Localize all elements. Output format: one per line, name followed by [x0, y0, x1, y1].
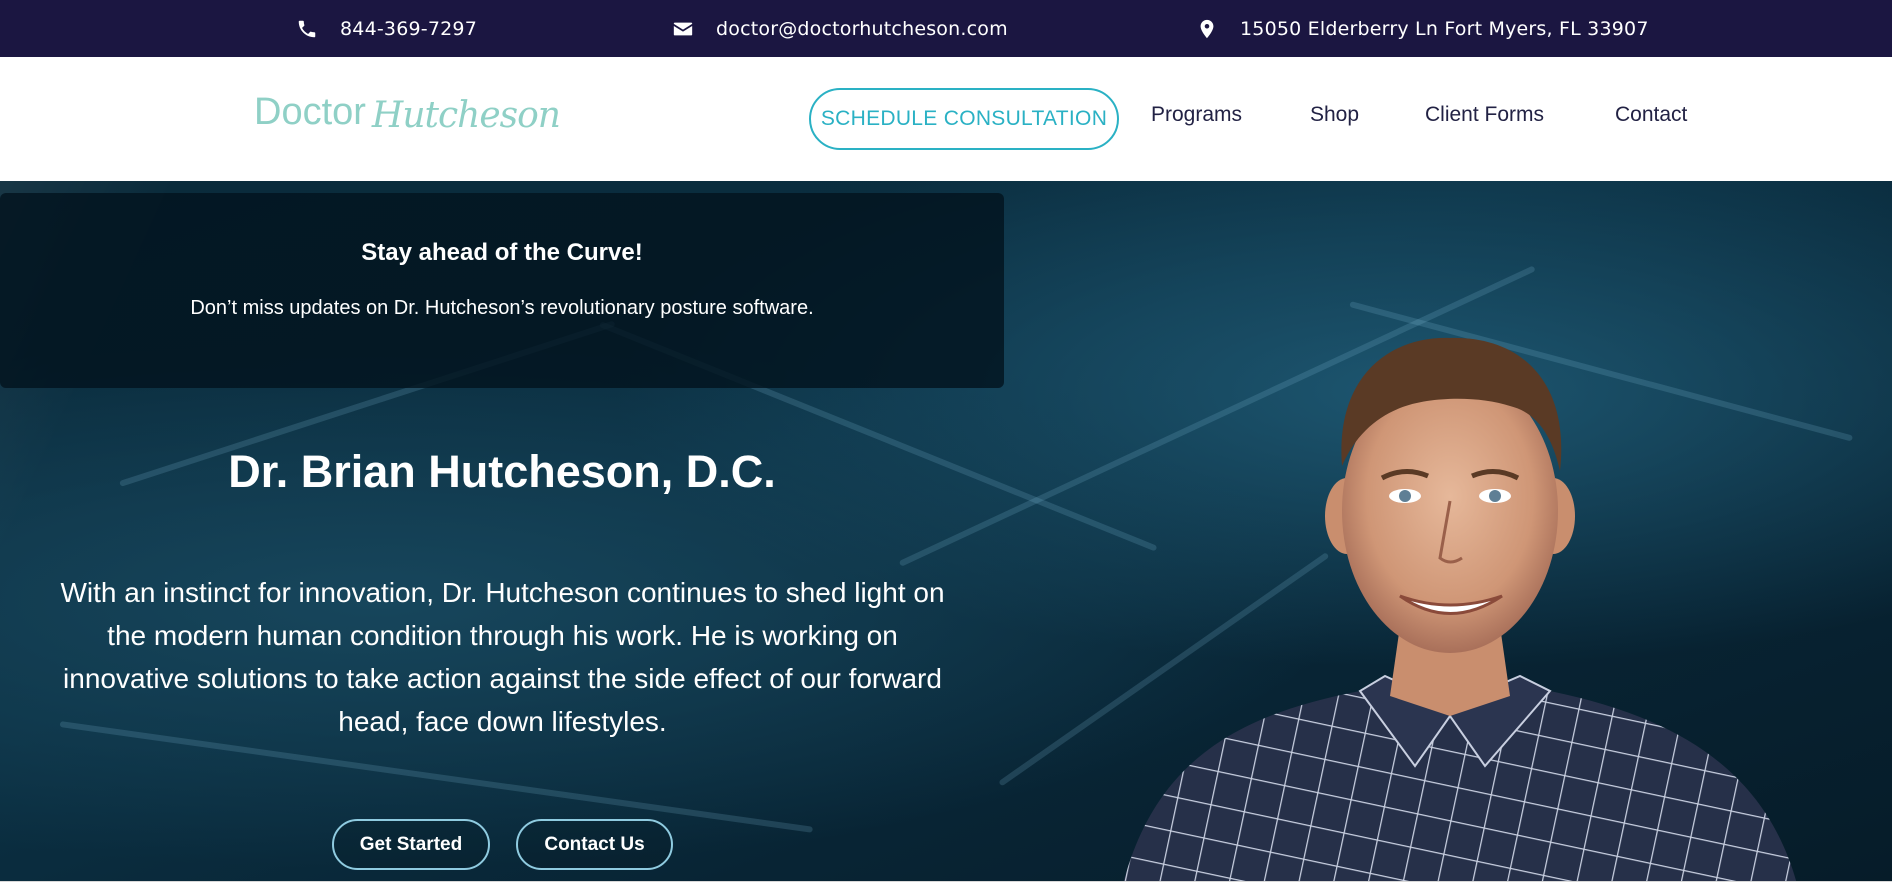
- get-started-button[interactable]: Get Started: [332, 819, 490, 870]
- nav-contact[interactable]: Contact: [1615, 103, 1687, 127]
- phone-number: 844-369-7297: [340, 17, 477, 40]
- hero-heading: Dr. Brian Hutcheson, D.C.: [228, 446, 776, 497]
- schedule-consultation-button[interactable]: SCHEDULE CONSULTATION: [809, 88, 1119, 150]
- hero-section: Stay ahead of the Curve! Don’t miss upda…: [0, 181, 1892, 881]
- street-address: 15050 Elderberry Ln Fort Myers, FL 33907: [1240, 17, 1649, 40]
- banner-text: Don’t miss updates on Dr. Hutcheson’s re…: [190, 297, 814, 319]
- site-header: Doctor Hutcheson SCHEDULE CONSULTATION P…: [0, 57, 1892, 181]
- email-contact[interactable]: doctor@doctorhutcheson.com: [672, 0, 1008, 57]
- phone-contact[interactable]: 844-369-7297: [296, 0, 477, 57]
- nav-programs[interactable]: Programs: [1151, 103, 1242, 127]
- map-pin-icon: [1200, 19, 1214, 38]
- nav-client-forms[interactable]: Client Forms: [1425, 103, 1544, 127]
- hero-description: With an instinct for innovation, Dr. Hut…: [60, 577, 945, 737]
- contact-bar: 844-369-7297 doctor@doctorhutcheson.com …: [0, 0, 1892, 57]
- address-contact[interactable]: 15050 Elderberry Ln Fort Myers, FL 33907: [1196, 0, 1649, 57]
- nav-shop[interactable]: Shop: [1310, 103, 1359, 127]
- envelope-icon: [673, 22, 693, 35]
- email-address: doctor@doctorhutcheson.com: [716, 17, 1008, 40]
- page-bottom-edge: [0, 881, 1892, 887]
- updates-banner: Stay ahead of the Curve! Don’t miss upda…: [0, 193, 1004, 388]
- contact-us-button[interactable]: Contact Us: [516, 819, 673, 870]
- main-nav: SCHEDULE CONSULTATION Programs Shop Clie…: [0, 57, 1892, 181]
- phone-icon: [298, 20, 316, 37]
- doctor-portrait-image: [1123, 337, 1797, 881]
- banner-title: Stay ahead of the Curve!: [361, 239, 643, 266]
